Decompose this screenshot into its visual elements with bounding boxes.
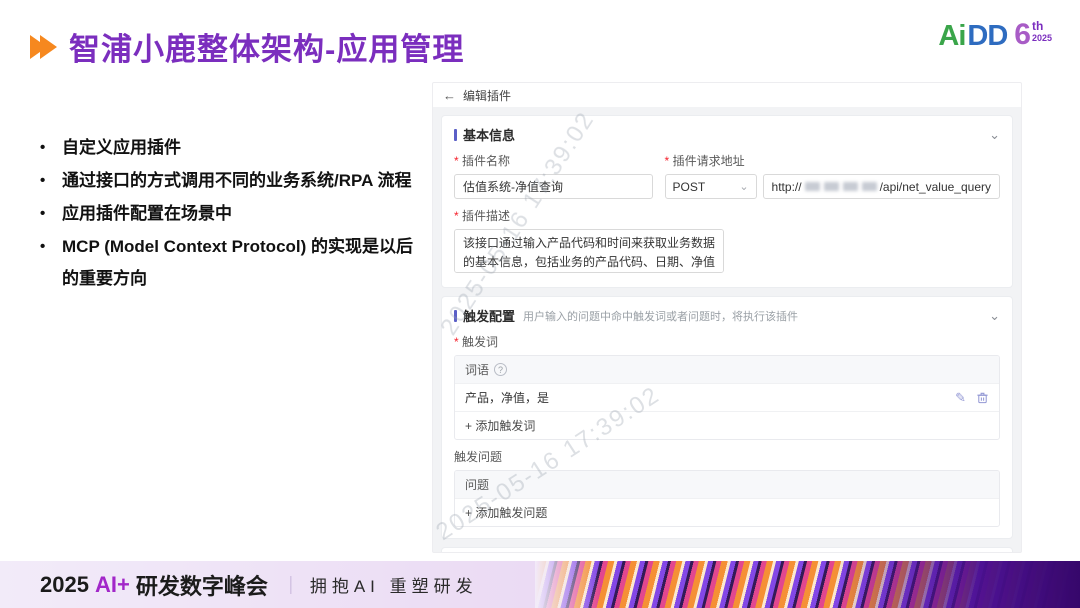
chevron-down-icon[interactable]: ⌄ <box>989 311 1000 321</box>
trigger-config-title: 触发配置 <box>463 306 515 325</box>
trigger-questions-box: 问题 + 添加触发问题 <box>454 470 1000 527</box>
add-trigger-word-button[interactable]: + 添加触发词 <box>455 411 999 439</box>
bullet-item: 通过接口的方式调用不同的业务系统/RPA 流程 <box>36 165 428 197</box>
back-bar: ← 编辑插件 <box>433 83 1021 108</box>
edit-icon[interactable]: ✎ <box>955 390 966 406</box>
trigger-config-hint: 用户输入的问题中命中触发词或者问题时，将执行该插件 <box>523 308 798 324</box>
plugin-editor-screenshot: 2025-05-16 17:39:02 2025-05-16 17:39:02 … <box>432 82 1022 553</box>
section-bar <box>454 310 457 322</box>
back-label: 编辑插件 <box>463 87 511 104</box>
bullet-item: 应用插件配置在场景中 <box>36 198 428 230</box>
aidd-logo: Ai DD 6 th 2025 <box>938 20 1052 53</box>
logo-year: 2025 <box>1032 33 1052 43</box>
logo-ai: Ai <box>938 20 965 53</box>
logo-dd: DD <box>967 20 1007 53</box>
add-trigger-question-button[interactable]: + 添加触发问题 <box>455 498 999 526</box>
footer-year: 2025 <box>40 572 89 598</box>
double-arrow-icon <box>30 35 57 59</box>
chevron-down-icon: ⌄ <box>739 183 748 191</box>
redacted-block <box>824 182 839 191</box>
trigger-config-card: 触发配置 用户输入的问题中命中触发词或者问题时，将执行该插件 ⌄ 触发词 词语 … <box>441 296 1013 539</box>
plugin-name-input[interactable] <box>454 174 653 199</box>
footer-brand: AI+ <box>95 572 130 598</box>
back-arrow-icon[interactable]: ← <box>443 88 456 103</box>
footer-divider: ｜ <box>282 572 300 598</box>
request-url-label: 插件请求地址 <box>665 152 1000 169</box>
trigger-words-box: 词语 ? 产品，净值，是 ✎ + 添加触发词 <box>454 355 1000 440</box>
input-params-card: 插件入参配置 ⌄ + 添加字段 按照插件的执行要求，配置相应请求参数的具体信息 … <box>441 547 1013 553</box>
redacted-block <box>862 182 877 191</box>
footer-slogan: 拥抱AI 重塑研发 <box>310 572 478 597</box>
help-icon[interactable]: ? <box>494 363 507 376</box>
trigger-word-row: 产品，净值，是 ✎ <box>455 383 999 411</box>
basic-info-title: 基本信息 <box>463 125 515 144</box>
footer-artwork <box>535 561 1080 608</box>
trash-icon[interactable] <box>976 391 989 404</box>
plugin-desc-label: 插件描述 <box>454 207 1000 224</box>
bullet-item: 自定义应用插件 <box>36 132 428 164</box>
section-bar <box>454 129 457 141</box>
redacted-block <box>805 182 820 191</box>
slide-footer: 2025 AI+ 研发数字峰会 ｜ 拥抱AI 重塑研发 <box>0 561 1080 608</box>
plugin-name-label: 插件名称 <box>454 152 653 169</box>
basic-info-card: 基本信息 ⌄ 插件名称 插件请求地址 POST ⌄ ht <box>441 115 1013 288</box>
plugin-desc-textarea[interactable]: 该接口通过输入产品代码和时间来获取业务数据的基本信息，包括业务的产品代码、日期、… <box>454 229 724 273</box>
redacted-block <box>843 182 858 191</box>
trigger-questions-label: 触发问题 <box>454 448 1000 465</box>
questions-header: 问题 <box>465 476 489 493</box>
words-header: 词语 <box>465 361 489 378</box>
logo-six: 6 <box>1014 20 1031 50</box>
trigger-words-label: 触发词 <box>454 333 1000 350</box>
footer-title: 研发数字峰会 <box>136 569 268 601</box>
logo-th: th <box>1032 20 1043 33</box>
method-select[interactable]: POST ⌄ <box>665 174 757 199</box>
request-url-input[interactable]: http:// /api/net_value_query <box>763 174 1000 199</box>
bullet-list: 自定义应用插件 通过接口的方式调用不同的业务系统/RPA 流程 应用插件配置在场… <box>36 132 428 296</box>
page-title: 智浦小鹿整体架构-应用管理 <box>69 24 464 69</box>
chevron-down-icon[interactable]: ⌄ <box>989 130 1000 140</box>
slide-header: 智浦小鹿整体架构-应用管理 <box>30 24 464 69</box>
bullet-item: MCP (Model Context Protocol) 的实现是以后的重要方向 <box>36 231 428 295</box>
